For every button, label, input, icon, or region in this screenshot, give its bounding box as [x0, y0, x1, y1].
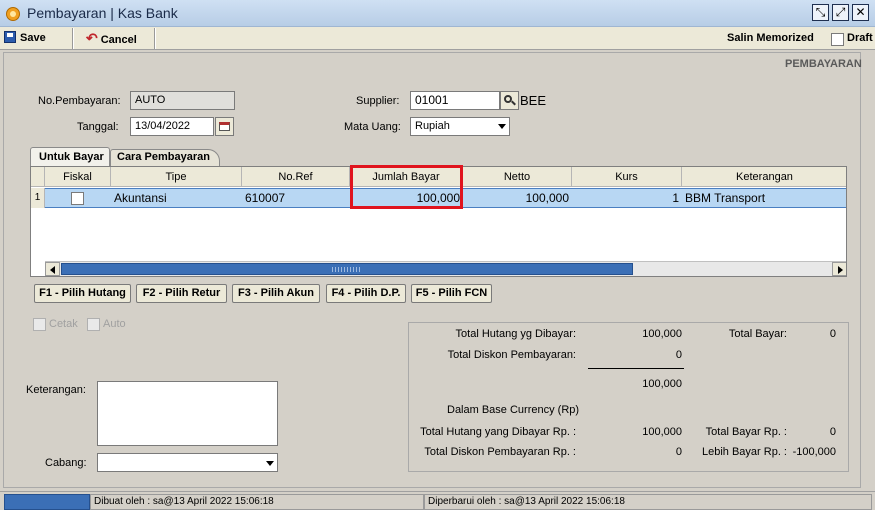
scroll-thumb[interactable]	[61, 263, 633, 275]
status-progress	[4, 494, 90, 510]
tab-untuk-bayar[interactable]: Untuk Bayar	[30, 147, 110, 167]
cancel-button[interactable]: ↶ Cancel	[86, 30, 152, 48]
cell-tipe: Akuntansi	[114, 191, 167, 205]
total-hutang-label: Total Hutang yg Dibayar:	[455, 328, 576, 340]
base-currency-label: Dalam Base Currency (Rp)	[447, 404, 580, 416]
pilih-fcn-button[interactable]: F5 - Pilih FCN	[411, 284, 492, 303]
total-bayar-label: Total Bayar:	[728, 328, 787, 340]
toolbar-separator	[72, 28, 74, 49]
lebih-bayar-rp-label: Lebih Bayar Rp. :	[702, 446, 787, 458]
pilih-dp-button[interactable]: F4 - Pilih D.P.	[326, 284, 406, 303]
pilih-hutang-button[interactable]: F1 - Pilih Hutang	[34, 284, 131, 303]
toolbar: Save ↶ Cancel Salin Memorized Draft	[0, 27, 875, 50]
col-tipe[interactable]: Tipe	[111, 167, 242, 187]
row-number: 1	[31, 188, 45, 208]
save-label: Save	[20, 32, 46, 44]
app-icon	[6, 7, 20, 21]
auto-label: Auto	[103, 318, 126, 330]
lebih-bayar-rp-value: -100,000	[792, 446, 836, 458]
row-header-corner	[31, 167, 45, 187]
total-hutang-value: 100,000	[642, 328, 682, 340]
mata-uang-select[interactable]: Rupiah	[410, 117, 510, 136]
pilih-retur-button[interactable]: F2 - Pilih Retur	[136, 284, 227, 303]
save-button[interactable]: Save	[4, 30, 70, 48]
total-diskon-rp-value: 0	[675, 446, 682, 458]
tanggal-label: Tanggal:	[77, 121, 119, 133]
search-icon[interactable]	[500, 91, 519, 110]
tab-cara-pembayaran[interactable]: Cara Pembayaran	[110, 149, 220, 166]
highlight-box	[350, 165, 463, 209]
tab-untuk-bayar-label: Untuk Bayar	[39, 151, 104, 163]
auto-checkbox[interactable]	[87, 318, 100, 331]
keterangan-label: Keterangan:	[26, 384, 86, 396]
no-pembayaran-field[interactable]: AUTO	[130, 91, 235, 110]
maximize-icon[interactable]: ⤢	[832, 4, 849, 21]
supplier-name: BEE	[520, 93, 547, 108]
horizontal-scrollbar[interactable]	[45, 261, 846, 276]
pilih-akun-button[interactable]: F3 - Pilih Akun	[232, 284, 320, 303]
total-hutang-rp-label: Total Hutang yang Dibayar Rp. :	[420, 426, 576, 438]
mata-uang-value: Rupiah	[415, 120, 450, 132]
col-fiskal[interactable]: Fiskal	[45, 167, 111, 187]
draft-checkbox[interactable]	[831, 33, 844, 46]
mata-uang-label: Mata Uang:	[344, 121, 401, 133]
total-bayar-rp-label: Total Bayar Rp. :	[705, 426, 787, 438]
salin-memorized-button[interactable]: Salin Memorized	[727, 30, 814, 48]
status-dibuat: Dibuat oleh : sa@13 April 2022 15:06:18	[90, 494, 424, 510]
toolbar-separator	[154, 28, 156, 49]
col-no-ref[interactable]: No.Ref	[242, 167, 350, 187]
cell-keterangan: BBM Transport	[685, 191, 766, 205]
cell-no-ref: 610007	[245, 191, 286, 205]
close-icon[interactable]: ✕	[852, 4, 869, 21]
sum-divider	[588, 368, 684, 369]
fiskal-checkbox[interactable]	[71, 192, 84, 205]
total-diskon-value: 0	[675, 349, 682, 361]
no-pembayaran-label: No.Pembayaran:	[38, 95, 121, 107]
supplier-label: Supplier:	[356, 95, 400, 107]
cell-netto: 100,000	[525, 191, 569, 205]
restore-icon[interactable]: ⤡	[812, 4, 829, 21]
col-kurs[interactable]: Kurs	[572, 167, 682, 187]
scroll-right-button[interactable]	[832, 262, 846, 276]
cell-kurs: 1	[672, 191, 679, 205]
tab-cara-pembayaran-label: Cara Pembayaran	[117, 151, 210, 163]
total-diskon-label: Total Diskon Pembayaran:	[447, 349, 576, 361]
undo-icon: ↶	[86, 30, 98, 46]
chevron-down-icon	[266, 461, 274, 466]
status-diperbarui: Diperbarui oleh : sa@13 April 2022 15:06…	[424, 494, 872, 510]
subtotal-value: 100,000	[642, 378, 682, 390]
status-bar: Dibuat oleh : sa@13 April 2022 15:06:18 …	[0, 491, 875, 510]
title-bar: Pembayaran | Kas Bank ⤡ ⤢ ✕	[0, 0, 875, 27]
save-icon	[4, 31, 16, 43]
cetak-checkbox[interactable]	[33, 318, 46, 331]
col-keterangan[interactable]: Keterangan	[682, 167, 846, 187]
total-hutang-rp-value: 100,000	[642, 426, 682, 438]
section-title: PEMBAYARAN	[785, 58, 862, 70]
keterangan-textarea[interactable]	[97, 381, 278, 446]
total-bayar-value: 0	[829, 328, 836, 340]
cancel-label: Cancel	[100, 34, 137, 46]
col-netto[interactable]: Netto	[463, 167, 572, 187]
window-title: Pembayaran | Kas Bank	[27, 5, 178, 21]
draft-label: Draft	[847, 32, 873, 44]
tanggal-field[interactable]: 13/04/2022	[130, 117, 214, 136]
calendar-icon[interactable]	[215, 117, 234, 136]
scroll-left-button[interactable]	[45, 262, 60, 276]
supplier-field[interactable]: 01001	[410, 91, 500, 110]
total-diskon-rp-label: Total Diskon Pembayaran Rp. :	[424, 446, 576, 458]
chevron-down-icon	[498, 124, 506, 129]
cetak-label: Cetak	[49, 318, 78, 330]
total-bayar-rp-value: 0	[829, 426, 836, 438]
cabang-select[interactable]	[97, 453, 278, 472]
cabang-label: Cabang:	[45, 457, 87, 469]
